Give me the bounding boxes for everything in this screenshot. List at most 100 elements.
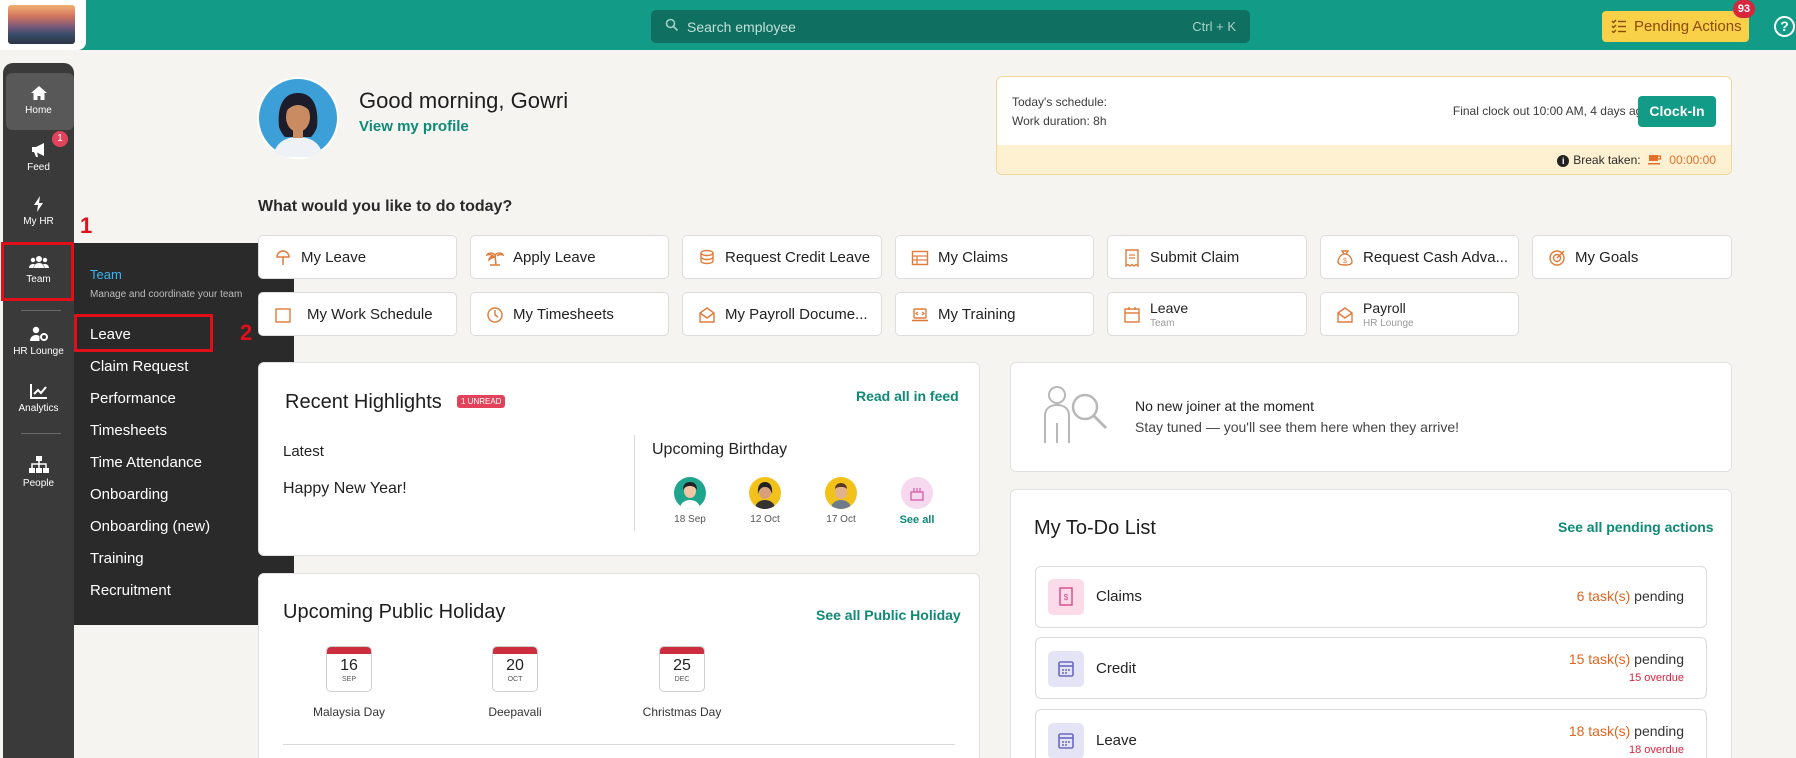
tile-apply-leave[interactable]: Apply Leave — [470, 235, 669, 279]
avatar — [749, 477, 781, 509]
birthday-item[interactable]: 17 Oct — [816, 477, 866, 525]
todo-count-suffix: pending — [1630, 723, 1684, 739]
holiday-day: 25 — [673, 657, 691, 674]
flyout-item-performance[interactable]: Performance — [90, 390, 176, 407]
tile-my-leave[interactable]: My Leave — [258, 235, 457, 279]
sidebar-item-people[interactable]: People — [3, 456, 74, 489]
see-all-birthdays-label: See all — [899, 514, 935, 526]
annotation-box-leave — [74, 314, 213, 352]
see-all-pending-link[interactable]: See all pending actions — [1558, 519, 1714, 535]
feed-badge: 1 — [52, 131, 68, 147]
flyout-item-claim-request[interactable]: Claim Request — [90, 358, 188, 375]
sidebar-item-label: Home — [25, 105, 52, 116]
sidebar-item-label: My HR — [23, 216, 54, 227]
search-bar[interactable]: Search employee Ctrl + K — [651, 10, 1250, 43]
org-chart-icon — [28, 456, 49, 473]
tile-submit-claim[interactable]: Submit Claim — [1107, 235, 1307, 279]
todo-item-credit[interactable]: Credit 15 task(s) pending 15 overdue — [1035, 637, 1707, 699]
tile-label: Payroll — [1363, 300, 1406, 316]
sidebar-divider — [21, 433, 61, 434]
tile-label: Leave — [1150, 300, 1189, 316]
flyout-item-time-attendance[interactable]: Time Attendance — [90, 454, 202, 471]
read-all-link[interactable]: Read all in feed — [856, 388, 959, 404]
logo-image — [8, 5, 75, 44]
new-joiner-card — [1010, 362, 1732, 472]
todo-count: 6 task(s) pending — [1577, 588, 1684, 604]
sidebar-divider — [21, 310, 61, 311]
birthday-title: Upcoming Birthday — [652, 441, 788, 458]
cake-icon — [901, 477, 933, 509]
todo-item-leave[interactable]: Leave 18 task(s) pending 18 overdue — [1035, 709, 1707, 758]
view-profile-link[interactable]: View my profile — [359, 118, 469, 135]
search-shortcut: Ctrl + K — [1192, 19, 1236, 34]
tile-my-payroll-documents[interactable]: My Payroll Docume... — [682, 292, 882, 336]
sidebar: Home Feed My HR Team HR Lounge Analytics… — [3, 63, 74, 758]
sidebar-item-feed[interactable]: Feed — [3, 142, 74, 173]
todo-count-suffix: pending — [1630, 588, 1684, 604]
todo-item-claims[interactable]: $ Claims 6 task(s) pending — [1035, 566, 1707, 628]
todo-count: 18 task(s) pending — [1569, 723, 1684, 739]
avatar — [825, 477, 857, 509]
tile-label: Request Cash Adva... — [1363, 249, 1509, 266]
palm-tree-icon — [486, 252, 504, 266]
holiday-calendar-icon: 25 DEC — [659, 646, 705, 692]
flyout-item-onboarding-new[interactable]: Onboarding (new) — [90, 518, 210, 535]
latest-post[interactable]: Happy New Year! — [283, 480, 407, 498]
todo-overdue: 15 overdue — [1628, 672, 1684, 684]
tile-request-credit-leave[interactable]: Request Credit Leave — [682, 235, 882, 279]
break-value: 00:00:00 — [1669, 153, 1716, 167]
highlights-title: Recent Highlights — [285, 391, 442, 413]
no-joiner-subtext: Stay tuned — you'll see them here when t… — [1135, 419, 1460, 435]
work-duration: Work duration: 8h — [1012, 114, 1107, 128]
quick-actions-question: What would you like to do today? — [258, 198, 513, 215]
holiday-calendar-icon: 20 OCT — [492, 646, 538, 692]
todo-count-suffix: pending — [1630, 651, 1684, 667]
flyout-item-training[interactable]: Training — [90, 550, 144, 567]
unread-badge: 1 UNREAD — [457, 395, 506, 408]
flyout-item-onboarding[interactable]: Onboarding — [90, 486, 168, 503]
svg-text:$: $ — [1064, 593, 1069, 602]
claims-icon: $ — [1048, 579, 1084, 615]
sidebar-item-label: Analytics — [18, 403, 59, 414]
holiday-name: Christmas Day — [642, 705, 722, 719]
tile-request-cash-advance[interactable]: $ Request Cash Adva... — [1320, 235, 1519, 279]
tile-my-goals[interactable]: My Goals — [1532, 235, 1732, 279]
sidebar-item-hr-lounge[interactable]: HR Lounge — [3, 326, 74, 357]
annotation-number-1: 1 — [80, 213, 93, 238]
person-search-icon — [1044, 386, 1108, 443]
tile-my-work-schedule[interactable]: My Work Schedule — [258, 292, 457, 336]
flyout-item-recruitment[interactable]: Recruitment — [90, 582, 171, 599]
tile-my-claims[interactable]: My Claims — [895, 235, 1094, 279]
todo-name: Leave — [1096, 732, 1137, 749]
birthday-item[interactable]: 18 Sep — [665, 477, 715, 525]
help-icon[interactable]: ? — [1774, 16, 1795, 37]
see-all-public-holiday-link[interactable]: See all Public Holiday — [816, 607, 961, 623]
schedule-card: Today's schedule: Work duration: 8h Fina… — [996, 76, 1732, 175]
sidebar-item-home[interactable]: Home — [3, 85, 74, 116]
flyout-subtitle: Manage and coordinate your team — [90, 289, 243, 300]
clock-in-button[interactable]: Clock-In — [1638, 96, 1716, 127]
receipt-icon — [1125, 249, 1139, 267]
company-logo[interactable] — [0, 0, 86, 50]
tile-sublabel: Team — [1150, 318, 1175, 329]
search-placeholder[interactable]: Search employee — [687, 19, 796, 35]
greeting: Good morning, Gowri — [359, 88, 569, 113]
holiday-day: 20 — [506, 657, 524, 674]
pending-actions-label: Pending Actions — [1634, 18, 1742, 35]
tile-label: My Training — [938, 306, 1016, 323]
break-bar: i Break taken: 00:00:00 — [997, 145, 1731, 174]
pending-actions-button[interactable]: Pending Actions — [1602, 11, 1749, 42]
tile-label: My Payroll Docume... — [725, 306, 868, 323]
tile-my-timesheets[interactable]: My Timesheets — [470, 292, 669, 336]
tile-leave-team[interactable]: Leave Team — [1107, 292, 1307, 336]
avatar[interactable] — [257, 77, 339, 159]
public-holiday-title: Upcoming Public Holiday — [283, 601, 506, 623]
see-all-birthdays[interactable]: See all — [892, 477, 942, 526]
tile-my-training[interactable]: My Training — [895, 292, 1094, 336]
tile-label: Apply Leave — [513, 249, 596, 266]
sidebar-item-my-hr[interactable]: My HR — [3, 196, 74, 227]
birthday-item[interactable]: 12 Oct — [740, 477, 790, 525]
sidebar-item-analytics[interactable]: Analytics — [3, 383, 74, 414]
flyout-item-timesheets[interactable]: Timesheets — [90, 422, 167, 439]
tile-payroll-hr-lounge[interactable]: Payroll HR Lounge — [1320, 292, 1519, 336]
